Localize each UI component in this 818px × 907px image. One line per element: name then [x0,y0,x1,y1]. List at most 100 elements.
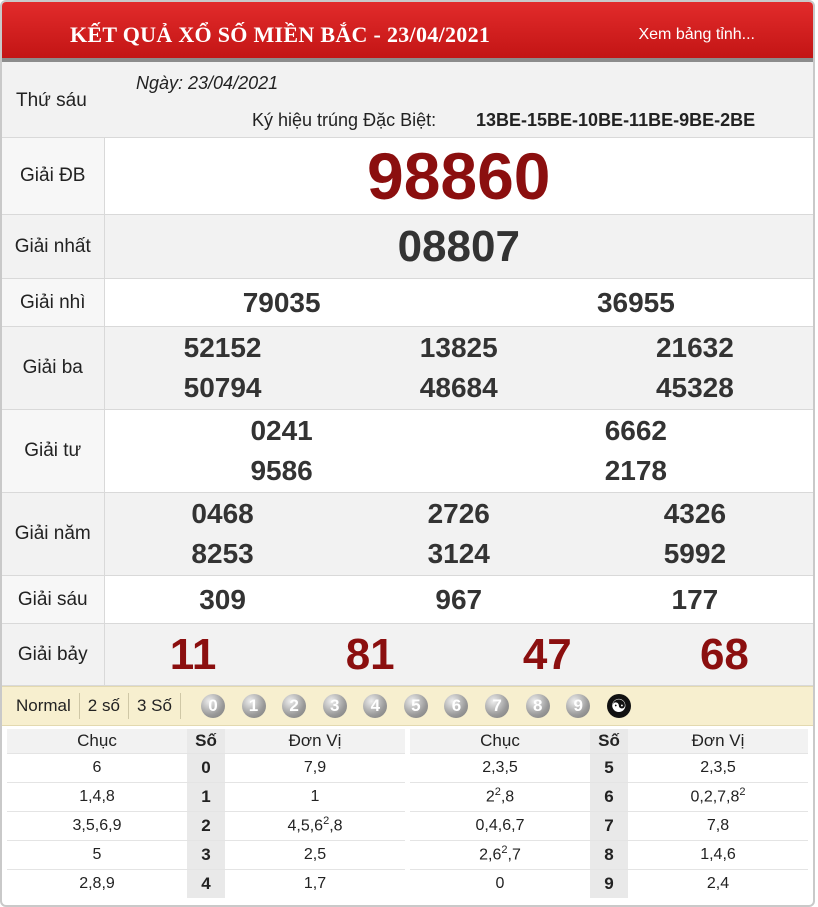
chuc-cell: 2,8,9 [7,868,187,898]
col-header-dv: Đơn Vị [628,729,808,753]
dv-cell: 7,9 [225,752,405,782]
digit-ball-2[interactable]: 2 [282,694,307,718]
prize-label: Giải nhì [2,278,105,327]
so-cell: 1 [187,781,225,811]
so-cell: 4 [187,868,225,898]
dv-cell: 0,2,7,82 [628,781,808,811]
prize-label: Giải tư [2,409,105,493]
prize-number-special: 98860 [366,139,551,213]
col-header-so: Số [590,729,628,753]
prize-number: 50794 [183,372,262,403]
prize-number: 52152 [183,332,262,363]
digit-ball-5[interactable]: 5 [403,694,428,718]
prize-row-db: Giải ĐB 98860 [2,138,813,215]
table-row: 22,8 6 0,2,7,82 [410,781,808,811]
prize-number: 79035 [242,286,321,318]
col-header-dv: Đơn Vị [225,729,405,753]
prize-label: Giải ba [2,326,105,410]
chuc-cell: 3,5,6,9 [7,810,187,840]
prize-number: 177 [671,583,719,615]
chuc-cell: 0 [410,868,590,898]
prize-number: 4326 [663,498,727,529]
prize-number-red: 81 [345,629,395,679]
digit-ball-8[interactable]: 8 [525,694,550,718]
draw-date: Ngày: 23/04/2021 [136,73,279,93]
dv-cell: 2,5 [225,839,405,869]
prize-number: 5992 [663,538,727,569]
col-header-so: Số [187,729,225,753]
prize-number: 3124 [427,538,490,569]
so-cell: 3 [187,839,225,869]
so-cell: 2 [187,810,225,840]
prize-number: 8253 [191,538,254,569]
filter-normal-button[interactable]: Normal [2,693,80,719]
prize-number: 21632 [655,332,734,363]
col-header-chuc: Chục [7,729,187,753]
page-title: KẾT QUẢ XỔ SỐ MIỀN BẮC - 23/04/2021 [70,22,491,47]
digit-ball-0[interactable]: 0 [200,694,225,718]
table-row: 1,4,8 1 1 [7,781,405,811]
dv-cell: 7,8 [628,810,808,840]
chuc-cell: 2,3,5 [410,752,590,782]
digit-ball-1[interactable]: 1 [241,694,266,718]
prize-number-red: 47 [522,629,572,679]
weekday: Thứ sáu [16,90,87,111]
so-cell: 5 [590,752,628,782]
filter-2-digit-button[interactable]: 2 số [80,693,129,719]
special-code-label: Ký hiệu trúng Đặc Biệt: [252,110,437,130]
chuc-cell: 22,8 [410,781,590,811]
prize-number: 45328 [655,372,734,403]
chuc-cell: 2,62,7 [410,839,590,869]
results-panel: KẾT QUẢ XỔ SỐ MIỀN BẮC - 23/04/2021 Xem … [0,0,815,907]
chuc-cell: 1,4,8 [7,781,187,811]
dv-cell: 4,5,62,8 [225,810,405,840]
prize-row-g5: Giải năm 0468 2726 4326 8253 3124 5992 [2,492,813,576]
chuc-cell: 5 [7,839,187,869]
prize-label: Giải bảy [2,623,105,686]
dv-cell: 1,7 [225,868,405,898]
stats-table-left: Chục Số Đơn Vị 6 0 7,9 1,4,8 1 1 3,5,6,9… [7,729,405,898]
prize-number-red: 11 [169,629,217,679]
prize-table: Giải ĐB 98860 Giải nhất 08807 Giải nhì 7… [2,138,813,686]
prize-number: 6662 [604,415,668,446]
prize-number: 13825 [419,332,498,363]
so-cell: 7 [590,810,628,840]
digit-ball-7[interactable]: 7 [485,694,510,718]
stats-table-right: Chục Số Đơn Vị 2,3,5 5 2,3,5 22,8 6 0,2,… [410,729,808,898]
prize-number: 0468 [191,498,254,529]
prize-label: Giải năm [2,492,105,576]
digit-ball-3[interactable]: 3 [322,694,347,718]
draw-info: Thứ sáu Ngày: 23/04/2021 Ký hiệu trúng Đ… [2,62,813,138]
prize-row-g3: Giải ba 52152 13825 21632 50794 48684 45… [2,326,813,410]
prize-row-g7: Giải bảy 11 81 47 68 [2,623,813,686]
prize-label: Giải nhất [2,214,105,279]
table-row: 2,8,9 4 1,7 [7,868,405,898]
so-cell: 0 [187,752,225,782]
table-row: 0,4,6,7 7 7,8 [410,810,808,840]
dv-cell: 1 [225,781,405,811]
province-table-link[interactable]: Xem bảng tỉnh... [638,26,755,44]
header-bar: KẾT QUẢ XỔ SỐ MIỀN BẮC - 23/04/2021 Xem … [2,2,813,62]
digit-ball-9[interactable]: 9 [566,694,591,718]
filter-3-digit-button[interactable]: 3 Số [129,693,181,719]
stats-header-row: Chục Số Đơn Vị [7,729,405,753]
table-row: 2,62,7 8 1,4,6 [410,839,808,869]
digit-highlight-balls: 0 1 2 3 4 5 6 7 8 9 ☯ [200,694,631,718]
prize-row-g6: Giải sáu 309 967 177 [2,575,813,624]
table-row: 6 0 7,9 [7,752,405,782]
dv-cell: 2,3,5 [628,752,808,782]
dv-cell: 1,4,6 [628,839,808,869]
prize-number: 2178 [604,455,668,486]
prize-number: 0241 [250,415,313,446]
head-tail-stats: Chục Số Đơn Vị 6 0 7,9 1,4,8 1 1 3,5,6,9… [2,726,813,898]
table-row: 0 9 2,4 [410,868,808,898]
yin-yang-icon[interactable]: ☯ [606,694,631,718]
digit-ball-6[interactable]: 6 [444,694,469,718]
prize-label: Giải sáu [2,575,105,624]
prize-label: Giải ĐB [2,138,105,215]
digit-ball-4[interactable]: 4 [363,694,388,718]
prize-row-g2: Giải nhì 79035 36955 [2,278,813,327]
prize-number-red: 68 [699,629,749,679]
prize-row-g1: Giải nhất 08807 [2,214,813,279]
dv-cell: 2,4 [628,868,808,898]
